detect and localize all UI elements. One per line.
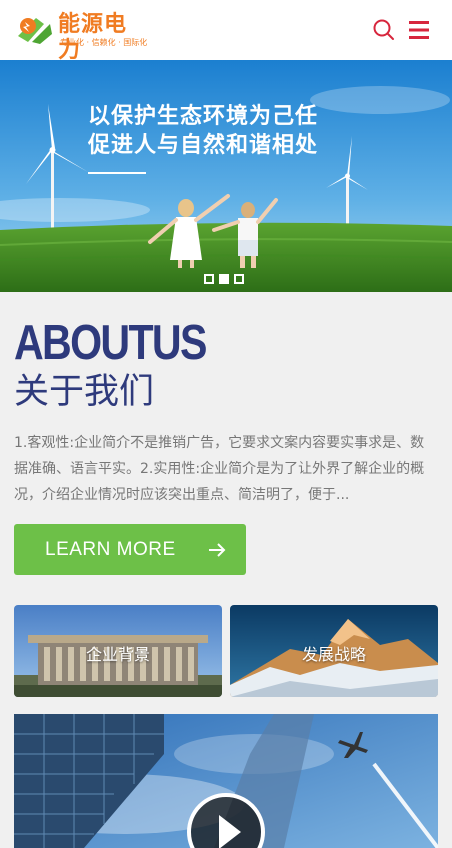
logo[interactable]: 能源电力 专业化 · 信赖化 · 国际化: [14, 12, 148, 63]
hamburger-menu-icon: [409, 21, 429, 39]
card-development-strategy[interactable]: 发展战略: [230, 605, 438, 697]
carousel-dots: [204, 274, 244, 286]
play-icon: [219, 815, 241, 848]
banner-image: [0, 60, 452, 292]
play-button[interactable]: [187, 793, 265, 848]
carousel-dot-3[interactable]: [234, 274, 244, 284]
about-description: 1.客观性:企业简介不是推销广告，它要求文案内容要实事求是、数据准确、语言平实。…: [14, 435, 425, 503]
logo-icon: [18, 18, 52, 44]
video-section[interactable]: [14, 714, 438, 848]
about-title-en: ABOUTUS: [14, 316, 207, 370]
menu-button[interactable]: [407, 18, 431, 42]
about-title-cn: 关于我们: [14, 372, 155, 412]
search-button[interactable]: [372, 18, 396, 42]
card-company-background[interactable]: 企业背景: [14, 605, 222, 697]
card-label: 企业背景: [85, 645, 150, 664]
carousel-dot-2[interactable]: [219, 274, 229, 284]
search-icon: [373, 19, 394, 40]
learn-more-label: LEARN MORE: [45, 539, 176, 560]
hero-banner[interactable]: 以保护生态环境为己任 促进人与自然和谐相处: [0, 60, 452, 292]
logo-slogan: 专业化 · 信赖化 · 国际化: [60, 38, 148, 47]
banner-divider: [88, 172, 146, 174]
header: 能源电力 专业化 · 信赖化 · 国际化: [0, 0, 452, 63]
banner-headline-2: 促进人与自然和谐相处: [88, 133, 319, 158]
carousel-dot-1[interactable]: [204, 274, 214, 284]
banner-headline-1: 以保护生态环境为己任: [88, 104, 319, 129]
card-label: 发展战略: [301, 645, 366, 664]
arrow-right-icon: [209, 543, 226, 557]
learn-more-button[interactable]: LEARN MORE: [14, 524, 246, 575]
